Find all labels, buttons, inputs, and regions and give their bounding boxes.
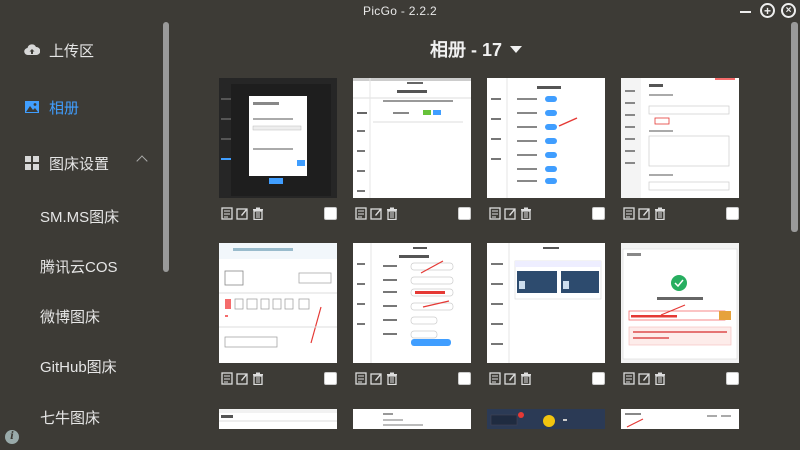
gallery-item[interactable] [621, 78, 739, 220]
select-checkbox[interactable] [458, 372, 471, 385]
thumbnail-image[interactable] [487, 243, 605, 363]
gallery-item[interactable] [219, 78, 337, 220]
maximize-icon[interactable]: + [760, 3, 775, 18]
select-checkbox[interactable] [726, 207, 739, 220]
image-icon [25, 101, 39, 113]
thumbnail-image[interactable] [487, 409, 605, 429]
gallery-item[interactable] [219, 409, 337, 429]
info-icon[interactable]: i [5, 430, 19, 444]
sidebar-item-label: 腾讯云COS [40, 258, 118, 276]
sidebar-item-pic-bed-settings[interactable]: 图床设置 [0, 148, 160, 178]
grid-icon [25, 156, 39, 170]
sidebar-item-label: GitHub图床 [40, 358, 117, 376]
gallery-item[interactable] [621, 243, 739, 385]
copy-icon[interactable] [623, 372, 635, 385]
sidebar-item-tencent-cos[interactable]: 腾讯云COS [0, 251, 160, 281]
sidebar-scrollbar[interactable] [163, 22, 169, 272]
thumbnail-image[interactable] [487, 78, 605, 198]
sidebar-item-label: 图床设置 [49, 155, 110, 173]
thumbnail-image[interactable] [353, 78, 471, 198]
select-checkbox[interactable] [726, 372, 739, 385]
thumbnail-image[interactable] [621, 243, 739, 363]
thumbnail-image[interactable] [219, 243, 337, 363]
delete-icon[interactable] [520, 372, 532, 385]
copy-icon[interactable] [221, 372, 233, 385]
copy-icon[interactable] [221, 207, 233, 220]
edit-icon[interactable] [638, 207, 650, 220]
thumbnail-image[interactable] [621, 409, 739, 429]
sidebar-item-weibo[interactable]: 微博图床 [0, 301, 160, 331]
gallery-item[interactable] [487, 243, 605, 385]
thumbnail-image[interactable] [621, 78, 739, 198]
gallery-item[interactable] [353, 243, 471, 385]
sidebar-item-gallery[interactable]: 相册 [0, 92, 160, 122]
sidebar-item-github[interactable]: GitHub图床 [0, 351, 160, 381]
delete-icon[interactable] [520, 207, 532, 220]
thumbnail-image[interactable] [219, 409, 337, 429]
sidebar-item-label: 相册 [49, 99, 80, 117]
delete-icon[interactable] [252, 372, 264, 385]
select-checkbox[interactable] [324, 372, 337, 385]
sidebar-item-label: SM.MS图床 [40, 208, 120, 226]
sidebar-item-upload[interactable]: 上传区 [0, 35, 160, 65]
sidebar-item-qiniu[interactable]: 七牛图床 [0, 402, 160, 432]
gallery-title-dropdown[interactable]: 相册 - 17 [430, 36, 523, 62]
delete-icon[interactable] [654, 207, 666, 220]
cloud-upload-icon [24, 44, 40, 56]
gallery-item[interactable] [487, 409, 605, 429]
close-icon[interactable]: × [781, 3, 796, 18]
select-checkbox[interactable] [592, 207, 605, 220]
select-checkbox[interactable] [324, 207, 337, 220]
delete-icon[interactable] [386, 372, 398, 385]
sidebar: 上传区 相册 图床设置 SM.MS图床 腾讯云COS 微博图床 GitHub图床… [0, 22, 170, 450]
copy-icon[interactable] [355, 207, 367, 220]
gallery-scrollbar[interactable] [791, 22, 798, 232]
sidebar-item-label: 上传区 [49, 42, 95, 60]
gallery-item[interactable] [353, 409, 471, 429]
edit-icon[interactable] [504, 372, 516, 385]
window-title: PicGo - 2.2.2 [363, 4, 437, 18]
caret-down-icon [510, 45, 523, 53]
sidebar-item-label: 七牛图床 [40, 409, 101, 427]
gallery-title: 相册 - 17 [430, 40, 503, 60]
gallery-item[interactable] [219, 243, 337, 385]
thumbnail-image[interactable] [353, 243, 471, 363]
edit-icon[interactable] [236, 207, 248, 220]
gallery-item[interactable] [487, 78, 605, 220]
delete-icon[interactable] [386, 207, 398, 220]
edit-icon[interactable] [504, 207, 516, 220]
select-checkbox[interactable] [458, 207, 471, 220]
copy-icon[interactable] [355, 372, 367, 385]
edit-icon[interactable] [370, 207, 382, 220]
select-checkbox[interactable] [592, 372, 605, 385]
edit-icon[interactable] [370, 372, 382, 385]
copy-icon[interactable] [623, 207, 635, 220]
delete-icon[interactable] [654, 372, 666, 385]
sidebar-item-smms[interactable]: SM.MS图床 [0, 201, 160, 231]
delete-icon[interactable] [252, 207, 264, 220]
edit-icon[interactable] [236, 372, 248, 385]
chevron-up-icon [136, 155, 148, 167]
minimize-icon[interactable] [739, 3, 752, 19]
thumbnail-image[interactable] [219, 78, 337, 198]
sidebar-item-label: 微博图床 [40, 308, 101, 326]
title-bar: PicGo - 2.2.2 [0, 0, 800, 22]
copy-icon[interactable] [489, 372, 501, 385]
gallery-item[interactable] [621, 409, 739, 429]
thumbnail-image[interactable] [353, 409, 471, 429]
copy-icon[interactable] [489, 207, 501, 220]
gallery-item[interactable] [353, 78, 471, 220]
edit-icon[interactable] [638, 372, 650, 385]
